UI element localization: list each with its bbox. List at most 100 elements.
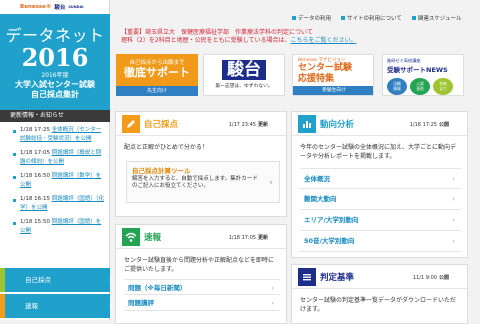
important-notice: 【重要】埼玉県立大 保健医療福祉学部 作業療法学科の判定について 理科（2）を2…	[121, 29, 466, 51]
link-label: 難関大動向	[304, 195, 337, 203]
news-heading: 更新情報・お知らせ	[0, 110, 110, 122]
nav-label: 関連スケジュール	[417, 16, 462, 22]
card-body: 配点と正解がひとめで分かる！	[124, 144, 208, 151]
pencil-icon	[122, 114, 140, 133]
chevron-right-icon: ›	[452, 216, 455, 224]
card-body: センター試験の判定基準一覧データがダウンロードいただけます。	[300, 297, 457, 313]
list-icon	[298, 267, 316, 286]
side-menu-selfscore[interactable]: 自己採点	[0, 268, 112, 292]
sidebar: Benesse® 駿台 SUNDAI データネット 2016 2016年度 大学…	[0, 0, 112, 320]
nav-site-usage[interactable]: サイトの利用について	[341, 14, 402, 22]
side-menu: 自己採点 速報	[0, 268, 112, 320]
side-menu-flash[interactable]: 速報	[0, 294, 112, 318]
banner-support-news[interactable]: 進研ゼミ高校講座 受験サポートNEWS 出願 情報 入試 直前 合格 まで	[382, 54, 464, 96]
card-date: 1/17 23:45 更新	[229, 121, 268, 128]
top-nav: データの利用 サイトの利用について 関連スケジュール	[292, 13, 461, 23]
banner-exam-feature[interactable]: Benesse マナビジョン センター試験 応援特集 受験生向け	[292, 54, 374, 96]
trend-link-kana[interactable]: 50音/大学別動向 ›	[300, 231, 461, 252]
manabivision-logo: Benesse マナビジョン	[298, 58, 346, 63]
site-hero[interactable]: データネット 2016 2016年度 大学入試センター試験 自己採点集計	[0, 14, 110, 110]
hero-subtitle: 自己採点集計	[31, 90, 79, 99]
card-body: 今年のセンター試験の全体概況に加え、大学ごとに動向データや分析レポートを掲載しま…	[300, 144, 457, 160]
banner-sundai[interactable]: 駿台 第一志望は、ゆずれない。	[203, 54, 285, 96]
date-value: 11/1 9:00	[412, 275, 437, 281]
flash-link-review[interactable]: 問題講評 ›	[124, 295, 280, 311]
news-date: 1/18 15:50	[20, 219, 50, 225]
bullet-icon	[411, 16, 416, 20]
banner-caption: 自己採点から出願まで	[129, 60, 185, 66]
news-list: 1/18 17:25 全体概況（センター試験総括・受験状況）を公開 1/18 17…	[0, 124, 110, 266]
chevron-right-icon: ›	[269, 177, 273, 188]
tool-title: 自己採点計算ツール	[132, 166, 191, 175]
card-selfscore: 自己採点 1/17 23:45 更新 配点と正解がひとめで分かる！ 自己採点計算ツ…	[115, 111, 287, 217]
banner-caption: 進研ゼミ高校講座	[387, 58, 421, 63]
date-status: 公開	[438, 275, 449, 281]
banner-headline: センター試験 応援特集	[298, 63, 353, 84]
hero-fiscal-year: 2016年度	[41, 72, 69, 79]
sundai-logo: 駿台	[222, 60, 266, 80]
date-status: 更新	[257, 122, 268, 128]
banner-teacher-support[interactable]: 自己採点から出願まで 徹底サポート 先生向け	[116, 54, 198, 96]
sundai-logo: 駿台	[54, 5, 66, 11]
notice-link[interactable]: こちらをご覧ください。	[290, 37, 356, 44]
link-label: 50音/大学別動向	[304, 237, 355, 245]
news-item[interactable]: 1/18 15:50 問題講評（国語）を公開	[0, 216, 110, 236]
tool-description: 解答を入力すると、自動で採点します。集計カードのご記入にお役立てください。	[132, 175, 258, 190]
chevron-right-icon: ›	[452, 175, 455, 183]
news-item[interactable]: 1/18 17:25 全体概況（センター試験総括・受験状況）を公開	[0, 124, 110, 144]
news-date: 1/18 16:15	[20, 196, 50, 202]
card-trend: 動向分析 1/18 17:25 公開 今年のセンター試験の全体概況に加え、大学ごと…	[291, 111, 468, 258]
nav-schedule[interactable]: 関連スケジュール	[411, 14, 462, 22]
card-title: 自己採点	[144, 119, 179, 130]
date-value: 1/17 23:45	[228, 122, 256, 128]
hero-exam-name: 大学入試センター試験	[15, 80, 95, 89]
link-label: 問題（※毎日新聞）	[128, 284, 187, 292]
link-label: エリア/大学別動向	[304, 216, 359, 224]
banner-tag: 先生向け	[116, 86, 198, 96]
date-value: 1/18 17:25	[409, 122, 437, 128]
card-date: 11/1 9:00 公開	[413, 274, 449, 281]
wifi-icon	[122, 227, 140, 246]
card-judge: 判定基準 11/1 9:00 公開 センター試験の判定基準一覧データがダウンロード…	[291, 264, 468, 324]
chevron-right-icon: ›	[452, 195, 455, 203]
news-date: 1/18 17:25	[20, 127, 50, 133]
news-item[interactable]: 1/18 17:05 問題講評（概説と問題の傾向）を公開	[0, 147, 110, 167]
news-date: 1/18 17:05	[20, 150, 50, 156]
date-status: 更新	[257, 235, 268, 241]
link-label: 問題講評	[128, 299, 154, 307]
date-value: 1/18 17:05	[228, 235, 256, 241]
benesse-logo: Benesse®	[20, 4, 52, 10]
banner-row: 自己採点から出願まで 徹底サポート 先生向け 駿台 第一志望は、ゆずれない。 B…	[115, 54, 467, 98]
banner-headline: 徹底サポート	[124, 66, 190, 79]
card-title: 動向分析	[320, 119, 355, 130]
trend-link-overall[interactable]: 全体概況 ›	[300, 168, 461, 189]
chevron-right-icon: ›	[271, 299, 274, 307]
banner-caption: 第一志望は、ゆずれない。	[215, 84, 273, 89]
banner-tag: 受験生向け	[293, 86, 373, 95]
card-title: 速報	[144, 232, 162, 243]
circle-badge: 合格 まで	[433, 78, 453, 95]
chevron-right-icon: ›	[452, 237, 455, 245]
card-flash: 速報 1/18 17:05 更新 センター試験直後から問題分析や正解配点などを即時…	[115, 224, 287, 324]
news-date: 1/18 16:50	[20, 173, 50, 179]
trend-link-area[interactable]: エリア/大学別動向 ›	[300, 210, 461, 231]
notice-line1: 【重要】埼玉県立大 保健医療福祉学部 作業療法学科の判定について	[121, 29, 313, 36]
brand-logos[interactable]: Benesse® 駿台 SUNDAI	[0, 0, 109, 14]
news-item[interactable]: 1/18 16:15 問題講評（国語）（化学）を公開	[0, 193, 110, 213]
nav-data-usage[interactable]: データの利用	[292, 14, 331, 22]
selfscore-tool-link[interactable]: 自己採点計算ツール 解答を入力すると、自動で採点します。集計カードのご記入にお役…	[126, 160, 280, 203]
trend-link-top-univ[interactable]: 難関大動向 ›	[300, 189, 461, 210]
news-item[interactable]: 1/18 16:50 問題講評（数学）を公開	[0, 170, 110, 190]
banner-headline: 受験サポートNEWS	[387, 66, 448, 74]
card-date: 1/18 17:05 更新	[229, 234, 268, 241]
circle-badge: 入試 直前	[410, 78, 430, 95]
flash-link-problems[interactable]: 問題（※毎日新聞） ›	[124, 279, 280, 295]
sundai-logo-sub: SUNDAI	[68, 5, 84, 9]
date-status: 公開	[438, 122, 449, 128]
link-label: 全体概況	[304, 175, 330, 183]
nav-label: データの利用	[298, 16, 332, 22]
bullet-icon	[292, 16, 296, 20]
circle-badge: 出願 情報	[387, 78, 407, 95]
card-date: 1/18 17:25 公開	[410, 121, 449, 128]
chevron-right-icon: ›	[271, 284, 274, 292]
